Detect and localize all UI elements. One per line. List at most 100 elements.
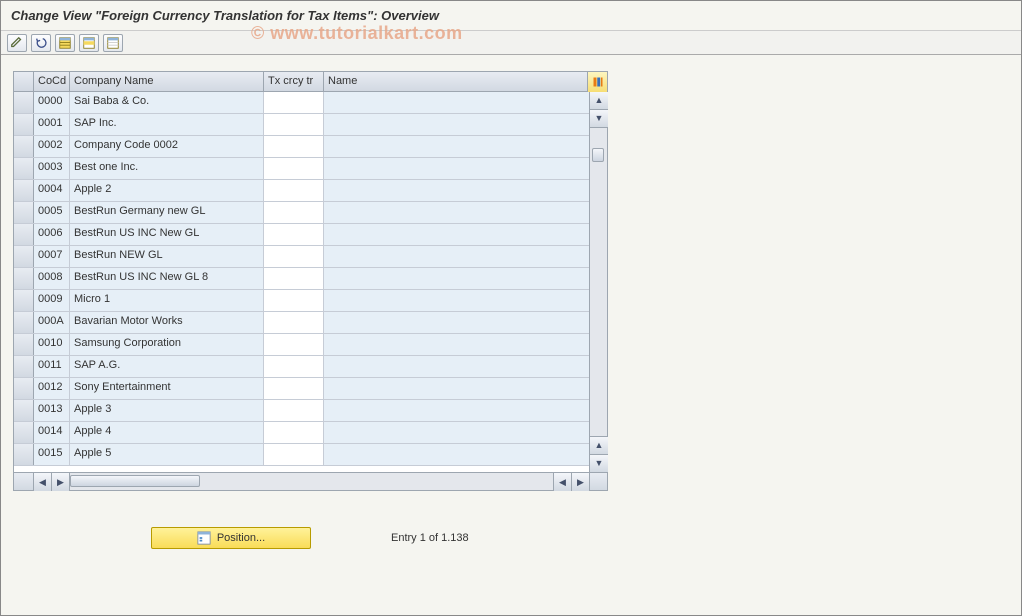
- select-all-button[interactable]: [55, 34, 75, 52]
- row-selector[interactable]: [14, 268, 34, 289]
- cell-cocd[interactable]: 0008: [34, 268, 70, 289]
- row-selector[interactable]: [14, 158, 34, 179]
- cell-tx-crcy-tr[interactable]: [264, 312, 324, 333]
- scroll-right-button[interactable]: ▶: [571, 473, 589, 491]
- scroll-up-step-button[interactable]: ▲: [590, 436, 608, 454]
- cell-cocd[interactable]: 0011: [34, 356, 70, 377]
- cell-name[interactable]: [324, 114, 589, 135]
- col-header-tx-crcy-tr[interactable]: Tx crcy tr: [264, 72, 324, 91]
- cell-tx-crcy-tr[interactable]: [264, 422, 324, 443]
- cell-cocd[interactable]: 000A: [34, 312, 70, 333]
- cell-cocd[interactable]: 0003: [34, 158, 70, 179]
- select-block-button[interactable]: [79, 34, 99, 52]
- scroll-right-step-button[interactable]: ▶: [52, 473, 70, 491]
- cell-name[interactable]: [324, 290, 589, 311]
- cell-tx-crcy-tr[interactable]: [264, 92, 324, 113]
- cell-tx-crcy-tr[interactable]: [264, 400, 324, 421]
- cell-tx-crcy-tr[interactable]: [264, 378, 324, 399]
- cell-company-name[interactable]: BestRun US INC New GL: [70, 224, 264, 245]
- cell-name[interactable]: [324, 378, 589, 399]
- cell-cocd[interactable]: 0000: [34, 92, 70, 113]
- cell-tx-crcy-tr[interactable]: [264, 268, 324, 289]
- cell-tx-crcy-tr[interactable]: [264, 356, 324, 377]
- cell-company-name[interactable]: Sony Entertainment: [70, 378, 264, 399]
- scroll-track[interactable]: [590, 128, 607, 436]
- deselect-all-button[interactable]: [103, 34, 123, 52]
- cell-cocd[interactable]: 0015: [34, 444, 70, 465]
- row-selector-header[interactable]: [14, 72, 34, 91]
- cell-cocd[interactable]: 0009: [34, 290, 70, 311]
- cell-name[interactable]: [324, 400, 589, 421]
- cell-name[interactable]: [324, 136, 589, 157]
- row-selector[interactable]: [14, 224, 34, 245]
- cell-company-name[interactable]: SAP A.G.: [70, 356, 264, 377]
- display-change-button[interactable]: [7, 34, 27, 52]
- cell-name[interactable]: [324, 356, 589, 377]
- row-selector[interactable]: [14, 290, 34, 311]
- row-selector[interactable]: [14, 202, 34, 223]
- cell-company-name[interactable]: Micro 1: [70, 290, 264, 311]
- row-selector[interactable]: [14, 356, 34, 377]
- cell-cocd[interactable]: 0010: [34, 334, 70, 355]
- cell-tx-crcy-tr[interactable]: [264, 290, 324, 311]
- cell-tx-crcy-tr[interactable]: [264, 202, 324, 223]
- row-selector[interactable]: [14, 400, 34, 421]
- cell-company-name[interactable]: Apple 2: [70, 180, 264, 201]
- cell-cocd[interactable]: 0012: [34, 378, 70, 399]
- cell-cocd[interactable]: 0005: [34, 202, 70, 223]
- row-selector[interactable]: [14, 136, 34, 157]
- cell-cocd[interactable]: 0006: [34, 224, 70, 245]
- scroll-down-step-button[interactable]: ▼: [590, 110, 608, 128]
- row-selector[interactable]: [14, 334, 34, 355]
- horizontal-scrollbar[interactable]: ◀ ▶ ◀ ▶: [14, 472, 607, 490]
- cell-tx-crcy-tr[interactable]: [264, 114, 324, 135]
- cell-company-name[interactable]: Apple 5: [70, 444, 264, 465]
- position-button[interactable]: Position...: [151, 527, 311, 549]
- cell-name[interactable]: [324, 92, 589, 113]
- row-selector[interactable]: [14, 180, 34, 201]
- cell-name[interactable]: [324, 224, 589, 245]
- cell-name[interactable]: [324, 202, 589, 223]
- table-settings-button[interactable]: [587, 72, 607, 92]
- scroll-down-button[interactable]: ▼: [590, 454, 608, 472]
- cell-cocd[interactable]: 0007: [34, 246, 70, 267]
- cell-name[interactable]: [324, 422, 589, 443]
- cell-name[interactable]: [324, 312, 589, 333]
- cell-cocd[interactable]: 0002: [34, 136, 70, 157]
- cell-name[interactable]: [324, 180, 589, 201]
- row-selector[interactable]: [14, 378, 34, 399]
- cell-cocd[interactable]: 0013: [34, 400, 70, 421]
- col-header-cocd[interactable]: CoCd: [34, 72, 70, 91]
- cell-name[interactable]: [324, 444, 589, 465]
- cell-company-name[interactable]: SAP Inc.: [70, 114, 264, 135]
- scroll-thumb[interactable]: [592, 148, 604, 162]
- scroll-left-step-button[interactable]: ◀: [553, 473, 571, 491]
- cell-company-name[interactable]: Samsung Corporation: [70, 334, 264, 355]
- cell-cocd[interactable]: 0001: [34, 114, 70, 135]
- cell-company-name[interactable]: Best one Inc.: [70, 158, 264, 179]
- cell-name[interactable]: [324, 246, 589, 267]
- row-selector[interactable]: [14, 114, 34, 135]
- cell-company-name[interactable]: BestRun Germany new GL: [70, 202, 264, 223]
- cell-tx-crcy-tr[interactable]: [264, 444, 324, 465]
- cell-tx-crcy-tr[interactable]: [264, 158, 324, 179]
- cell-tx-crcy-tr[interactable]: [264, 136, 324, 157]
- col-header-name[interactable]: Name: [324, 72, 587, 91]
- cell-company-name[interactable]: BestRun US INC New GL 8: [70, 268, 264, 289]
- row-selector[interactable]: [14, 444, 34, 465]
- cell-name[interactable]: [324, 158, 589, 179]
- scroll-left-button[interactable]: ◀: [34, 473, 52, 491]
- scroll-up-button[interactable]: ▲: [590, 92, 608, 110]
- cell-tx-crcy-tr[interactable]: [264, 334, 324, 355]
- cell-cocd[interactable]: 0014: [34, 422, 70, 443]
- cell-company-name[interactable]: Apple 3: [70, 400, 264, 421]
- col-header-company-name[interactable]: Company Name: [70, 72, 264, 91]
- row-selector[interactable]: [14, 92, 34, 113]
- cell-cocd[interactable]: 0004: [34, 180, 70, 201]
- hscroll-thumb[interactable]: [70, 475, 200, 487]
- hscroll-track[interactable]: [70, 473, 553, 490]
- cell-company-name[interactable]: Company Code 0002: [70, 136, 264, 157]
- row-selector[interactable]: [14, 312, 34, 333]
- cell-company-name[interactable]: Sai Baba & Co.: [70, 92, 264, 113]
- cell-tx-crcy-tr[interactable]: [264, 224, 324, 245]
